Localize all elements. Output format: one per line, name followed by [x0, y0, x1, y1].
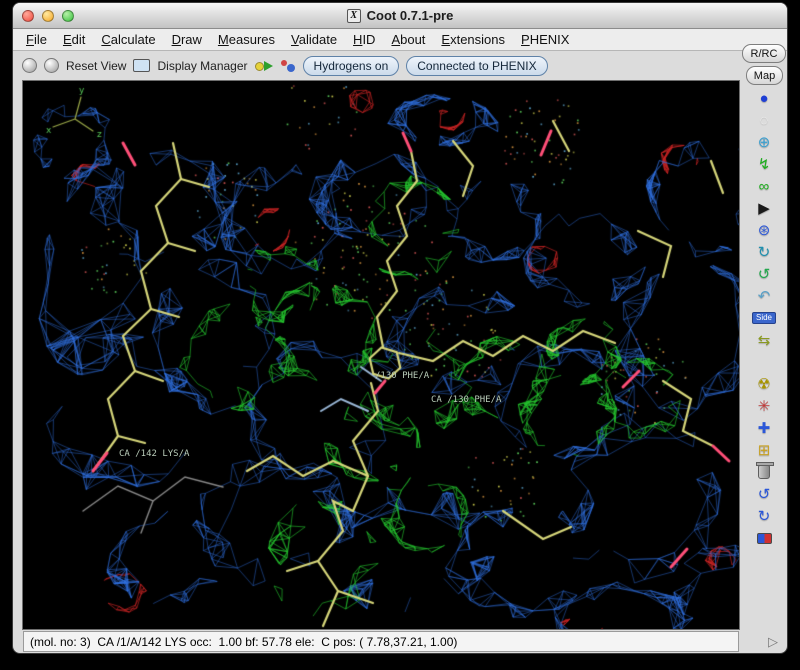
rigid-body-icon[interactable]: ⊛ — [750, 219, 778, 241]
undo-icon[interactable]: ↺ — [750, 483, 778, 505]
menubar: FileEditCalculateDrawMeasuresValidateHID… — [13, 29, 787, 51]
auto-fit-rotamer-icon[interactable]: ↺ — [750, 263, 778, 285]
reset-view-button[interactable]: Reset View — [66, 59, 126, 73]
rotate-translate-icon[interactable]: ↻ — [750, 241, 778, 263]
edit-chi-icon[interactable]: ⇆ — [750, 329, 778, 351]
menu-calculate[interactable]: Calculate — [93, 29, 163, 51]
window-title-area: X Coot 0.7.1-pre — [13, 3, 787, 28]
window-title: Coot 0.7.1-pre — [367, 8, 454, 23]
menu-extensions[interactable]: Extensions — [433, 29, 513, 51]
go-to-atom-icon[interactable] — [255, 59, 273, 72]
add-atom-icon[interactable]: ✚ — [750, 417, 778, 439]
x11-app-icon: X — [347, 9, 361, 23]
hydrogens-toggle-button[interactable]: Hydrogens on — [303, 56, 400, 76]
fix-atoms-icon[interactable]: ▶ — [750, 197, 778, 219]
app-window: X Coot 0.7.1-pre FileEditCalculateDrawMe… — [12, 2, 788, 654]
recenter-icon[interactable] — [44, 58, 59, 73]
radiation-icon[interactable]: ☢ — [750, 373, 778, 395]
side-chain-badge-icon[interactable]: Side — [750, 307, 778, 329]
display-manager-icon[interactable] — [133, 59, 150, 72]
menu-draw[interactable]: Draw — [164, 29, 210, 51]
rotamers-icon[interactable]: ↶ — [750, 285, 778, 307]
menu-hid[interactable]: HID — [345, 29, 383, 51]
gl-viewport[interactable]: /130 PHE/ACA /130 PHE/ACA /142 LYS/A — [23, 81, 739, 629]
delete-icon[interactable] — [750, 461, 778, 483]
menu-measures[interactable]: Measures — [210, 29, 283, 51]
rrc-button[interactable]: R/RC — [742, 44, 786, 63]
move-view-icon[interactable]: ⊕ — [750, 131, 778, 153]
statusbar-corner: ▷ — [741, 631, 787, 652]
map-button[interactable]: Map — [746, 66, 783, 85]
status-bar: (mol. no: 3) CA /1/A/142 LYS occ: 1.00 b… — [23, 631, 739, 652]
display-manager-button[interactable]: Display Manager — [157, 59, 247, 73]
menu-validate[interactable]: Validate — [283, 29, 345, 51]
hot-spot-icon[interactable]: ✳ — [750, 395, 778, 417]
reset-view-icon[interactable] — [22, 58, 37, 73]
molecular-canvas[interactable] — [23, 81, 739, 629]
redo-icon[interactable]: ↻ — [750, 505, 778, 527]
titlebar[interactable]: X Coot 0.7.1-pre — [13, 3, 787, 29]
menu-file[interactable]: File — [18, 29, 55, 51]
status-text: (mol. no: 3) CA /1/A/142 LYS occ: 1.00 b… — [30, 635, 457, 649]
regularize-icon[interactable]: ∞ — [750, 175, 778, 197]
phenix-connection-button[interactable]: Connected to PHENIX — [406, 56, 547, 76]
menu-edit[interactable]: Edit — [55, 29, 93, 51]
expand-triangle-icon[interactable]: ▷ — [768, 634, 778, 650]
real-space-refine-icon[interactable]: ↯ — [750, 153, 778, 175]
toolbar: Reset View Display Manager Hydrogens on … — [13, 51, 737, 80]
trackball-icon[interactable]: ◌ — [750, 109, 778, 131]
menu-about[interactable]: About — [383, 29, 433, 51]
modelling-toolbar: ●◌⊕↯∞▶⊛↻↺↶Side⇆☢✳✚⊞↺↻ — [740, 87, 788, 549]
ligand-builder-icon[interactable] — [280, 59, 296, 73]
map-sphere-icon[interactable]: ● — [750, 87, 778, 109]
add-residue-icon[interactable]: ⊞ — [750, 439, 778, 461]
display-flag-icon[interactable] — [750, 527, 778, 549]
menu-phenix[interactable]: PHENIX — [513, 29, 577, 51]
